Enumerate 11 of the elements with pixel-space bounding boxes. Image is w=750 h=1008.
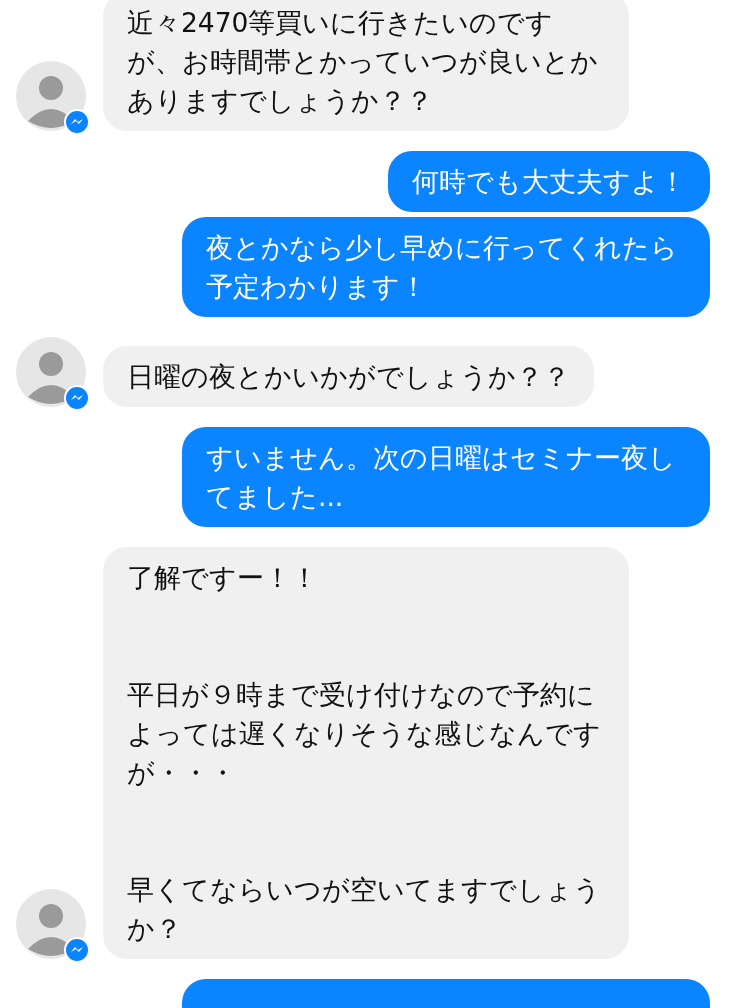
message-bubble: 何時でも大丈夫すよ！ xyxy=(388,151,710,212)
message-bubble: すいません。次の日曜はセミナー夜してました... xyxy=(182,427,710,527)
message-bubble: 夜とかなら少し早めに行ってくれたら予定わかります！ xyxy=(182,217,710,317)
messenger-badge-icon xyxy=(64,937,90,963)
message-paragraph: 早くてならいつが空いてますでしょうか？ xyxy=(127,873,602,946)
message-bubble: 近々2470等買いに行きたいのですが、お時間帯とかっていつが良いとかありますでしょうか？？ xyxy=(103,0,629,131)
message-paragraph: 了解ですー！！ xyxy=(127,561,319,595)
messenger-badge-icon xyxy=(64,385,90,411)
messenger-badge-icon xyxy=(64,109,90,135)
message-paragraph: 平日が９時まで受け付けなので予約によっては遅くなりそうな感じなんですが・・・ xyxy=(127,678,602,790)
message-bubble: 日曜の夜とかいかがでしょうか？？ xyxy=(103,346,594,407)
